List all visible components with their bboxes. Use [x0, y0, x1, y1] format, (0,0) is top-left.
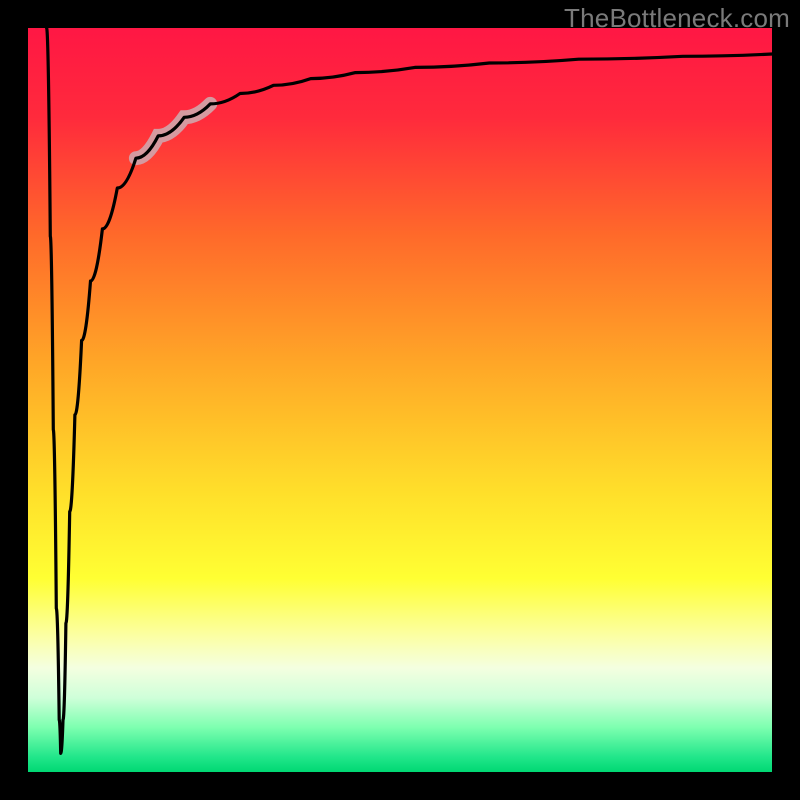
bottleneck-chart: [0, 0, 800, 800]
watermark-text: TheBottleneck.com: [564, 3, 790, 34]
plot-background: [28, 28, 772, 772]
